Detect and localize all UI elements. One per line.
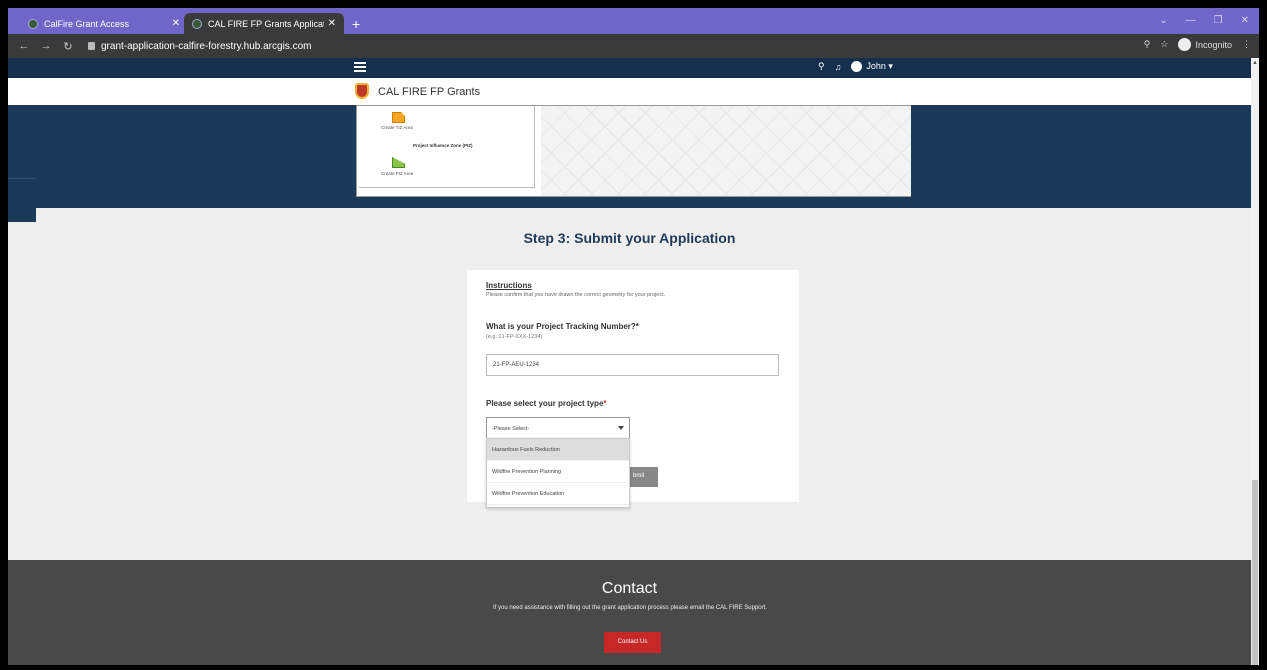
required-mark: * [603,399,607,408]
tab-grants-application[interactable]: CAL FIRE FP Grants Application ✕ [184,13,344,34]
site-header: CAL FIRE FP Grants [8,78,1251,105]
project-type-label-text: Please select your project type [486,399,604,408]
side-tab[interactable] [8,178,36,222]
project-type-select[interactable]: -Please Select- [486,417,630,440]
site-favicon-icon [192,18,202,29]
map-widget: Create TIZ Area Project Influence Zone (… [356,105,911,197]
dropdown-option[interactable]: Wildfire Prevention Education [487,483,629,505]
contact-text: If you need assistance with filling out … [493,605,767,611]
instructions-heading: Instructions [486,281,532,290]
contact-footer: Contact If you need assistance with fill… [8,560,1251,665]
address-bar: ← → ↻ grant-application-calfire-forestry… [8,34,1259,58]
page-scrollbar[interactable]: ▲ [1251,58,1259,665]
avatar [851,61,863,73]
scroll-up-icon[interactable]: ▲ [1252,60,1258,66]
step-heading: Step 3: Submit your Application [523,230,736,246]
lock-icon [88,42,95,50]
site-title[interactable]: CAL FIRE FP Grants [378,86,480,98]
piz-section-label: Project Influence Zone (PIZ) [413,143,473,148]
chevron-down-icon[interactable]: ⌄ [1159,15,1167,26]
hamburger-menu-icon[interactable] [354,62,366,72]
window-controls: ⌄ — ❐ ✕ [1159,15,1249,26]
project-type-dropdown: Hazardous Fuels Reduction Wildfire Preve… [486,438,630,508]
browser-titlebar: CalFire Grant Access ✕ CAL FIRE FP Grant… [8,8,1259,34]
instructions-text: Please confirm that you have drawn the c… [486,292,666,298]
back-icon[interactable]: ← [18,40,30,52]
forward-icon[interactable]: → [40,40,52,52]
incognito-badge[interactable]: Incognito [1178,38,1232,51]
header-actions: ⚲ ♫ John ▾ [818,61,893,73]
tracking-number-hint: (e.g. 21-FP-XXX-1234) [486,334,543,340]
incognito-icon [1178,38,1192,51]
polygon-tool-icon[interactable] [392,112,405,123]
calfire-logo-icon[interactable] [355,83,369,99]
incognito-label: Incognito [1195,39,1232,50]
url-field[interactable]: grant-application-calfire-forestry.hub.a… [88,41,311,52]
map-canvas[interactable] [541,106,911,196]
menu-icon[interactable]: ⋮ [1242,39,1251,50]
site-top-bar: ⚲ ♫ John ▾ [8,58,1251,78]
notification-bell-icon[interactable]: ♫ [835,62,842,72]
close-icon[interactable]: ✕ [172,18,180,29]
contact-title: Contact [601,580,658,597]
tab-calfire-grant-access[interactable]: CalFire Grant Access ✕ [20,13,188,34]
dropdown-option[interactable]: Hazardous Fuels Reduction [487,439,629,461]
maximize-icon[interactable]: ❐ [1214,15,1223,26]
tab-title: CalFire Grant Access [44,18,130,29]
browser-window: CalFire Grant Access ✕ CAL FIRE FP Grant… [0,0,1267,670]
sketch-panel: Create TIZ Area Project Influence Zone (… [359,106,535,188]
zoom-icon[interactable]: ⚲ [1144,39,1151,50]
tracking-number-label: What is your Project Tracking Number?* [486,322,639,331]
tab-title: CAL FIRE FP Grants Application [208,18,324,29]
search-icon[interactable]: ⚲ [818,61,825,72]
select-value: -Please Select- [492,426,530,432]
star-icon[interactable]: ☆ [1160,39,1168,50]
new-tab-icon[interactable]: + [352,16,360,32]
site-favicon-icon [28,18,38,29]
scrollbar-thumb[interactable] [1252,480,1258,665]
create-tiz-label[interactable]: Create TIZ Area [381,125,413,130]
reload-icon[interactable]: ↻ [62,40,74,53]
user-name: John ▾ [866,61,893,71]
contact-us-button[interactable]: Contact Us [604,632,661,653]
polygon-tool-icon[interactable] [392,157,405,168]
create-piz-label[interactable]: Create PIZ Area [381,171,413,176]
url-text: grant-application-calfire-forestry.hub.a… [101,40,312,52]
dropdown-option[interactable]: Wildfire Prevention Planning [487,461,629,483]
close-window-icon[interactable]: ✕ [1241,15,1249,26]
page-viewport: ⚲ ♫ John ▾ CAL FIRE FP Grants Create TIZ… [8,58,1251,665]
minimize-icon[interactable]: — [1186,15,1196,26]
tracking-number-input[interactable]: 21-FP-AEU-1234 [486,354,779,376]
address-bar-actions: ⚲ ☆ Incognito ⋮ [1144,38,1251,51]
chevron-down-icon [618,426,624,430]
user-menu[interactable]: John ▾ [851,61,893,73]
project-type-label: Please select your project type* [486,399,607,408]
close-icon[interactable]: ✕ [328,18,336,29]
